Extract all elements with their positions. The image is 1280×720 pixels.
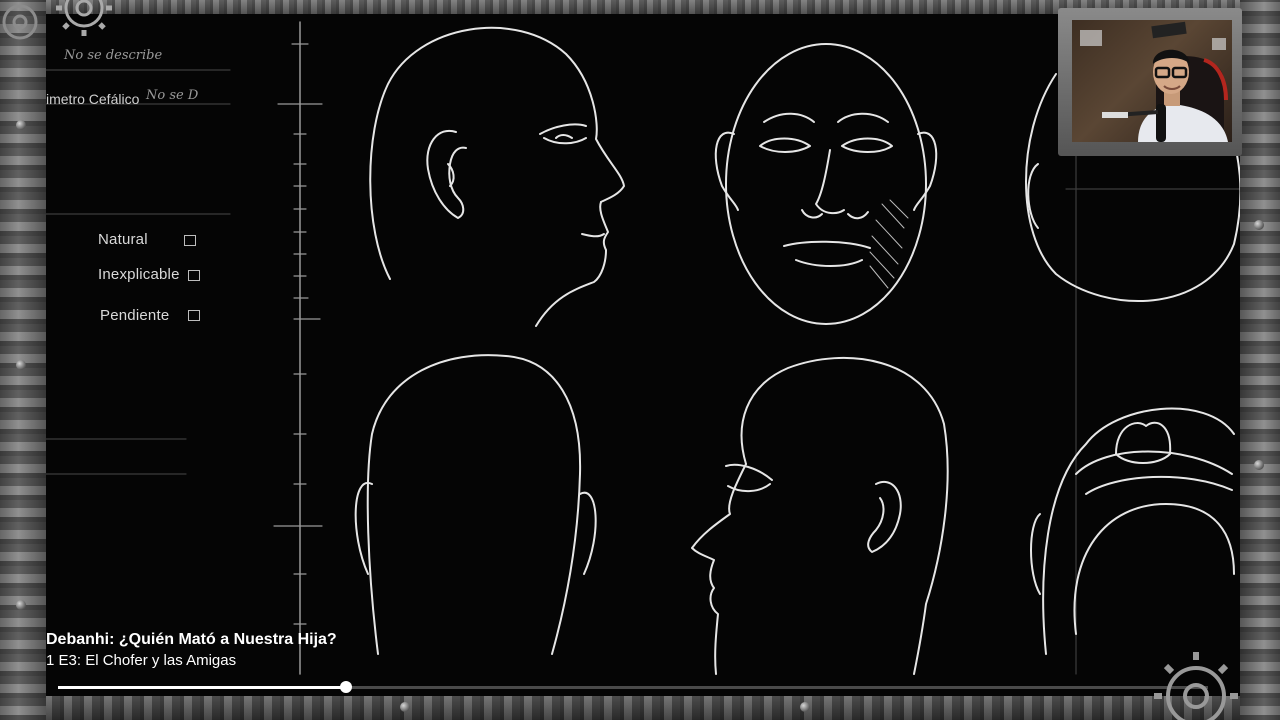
- field-perimetro-label: imetro Cefálico: [46, 91, 140, 107]
- frame-bottom: [0, 696, 1280, 720]
- field-top-value: No se describe: [64, 48, 163, 63]
- progress-scrubber-handle[interactable]: [339, 681, 352, 693]
- frame-right: [1240, 0, 1280, 720]
- progress-bar-fill: [58, 686, 346, 689]
- streamer-figure: [1080, 21, 1228, 142]
- rivet-icon: [800, 702, 810, 712]
- rivet-icon: [1254, 220, 1264, 230]
- field-perimetro-value: No se D: [146, 88, 199, 103]
- checkbox-label-inexplicable: Inexplicable: [98, 266, 180, 283]
- rivet-icon: [16, 120, 26, 130]
- show-title: Debanhi: ¿Quién Mató a Nuestra Hija?: [46, 631, 337, 648]
- checkbox-label-natural: Natural: [98, 231, 148, 248]
- gear-icon: [1154, 652, 1238, 720]
- checkbox-natural: [184, 235, 196, 246]
- rivet-icon: [16, 600, 26, 610]
- progress-bar[interactable]: [58, 681, 1208, 693]
- rivet-icon: [1254, 460, 1264, 470]
- gear-icon: [2, 4, 38, 40]
- gear-icon: [56, 0, 112, 36]
- webcam-overlay: [1058, 8, 1242, 156]
- checkbox-label-pendiente: Pendiente: [100, 307, 170, 324]
- episode-title: 1 E3: El Chofer y las Amigas: [46, 652, 237, 669]
- webcam-streamer-video: [1072, 20, 1232, 142]
- rivet-icon: [16, 360, 26, 370]
- checkbox-pendiente: [188, 310, 200, 321]
- checkbox-inexplicable: [188, 270, 200, 281]
- rivet-icon: [400, 702, 410, 712]
